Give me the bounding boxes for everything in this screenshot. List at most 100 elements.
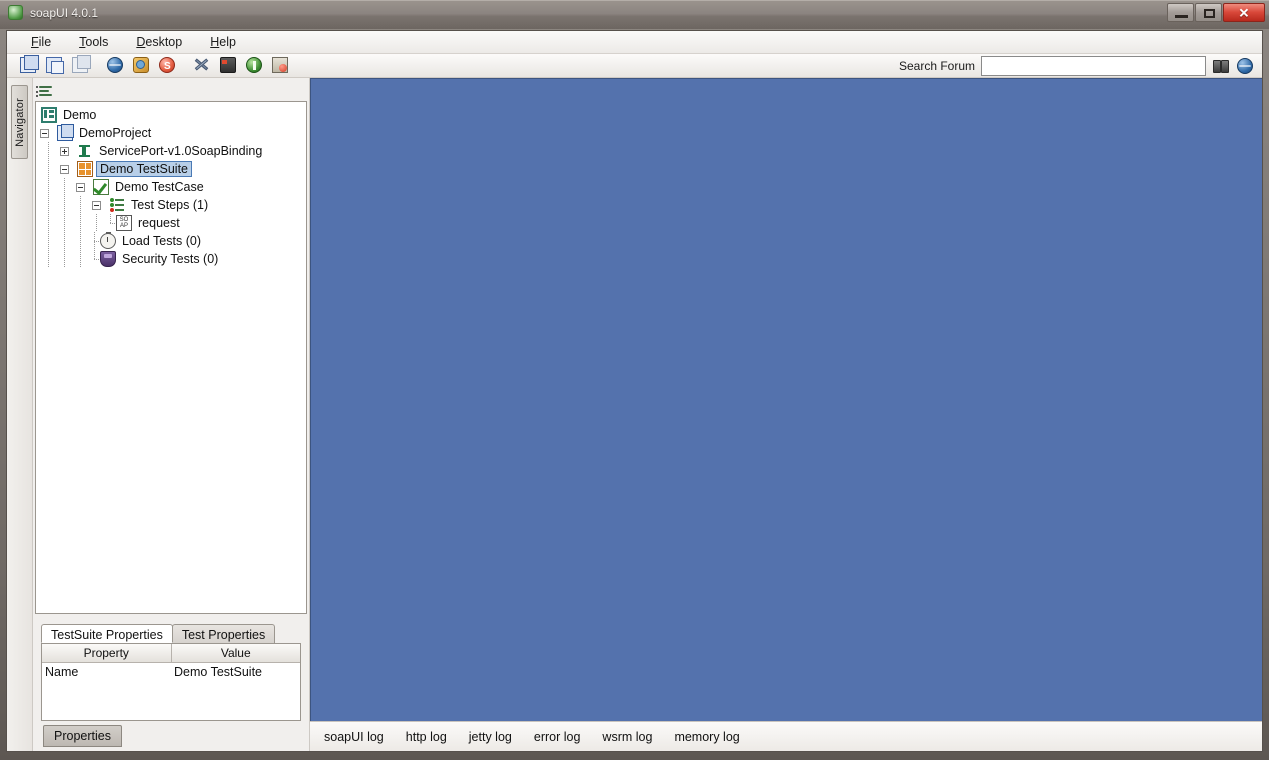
tree-item-request[interactable]: SOAP request	[36, 214, 306, 232]
launch-hermesjms-icon	[246, 57, 262, 73]
tree-guide	[76, 232, 85, 250]
new-soapui-project-button[interactable]	[17, 54, 39, 76]
workspace-icon	[41, 107, 57, 123]
collapse-handle[interactable]	[40, 129, 49, 138]
expand-handle[interactable]	[60, 147, 69, 156]
soap-request-icon: SOAP	[116, 215, 132, 231]
collapse-handle[interactable]	[76, 183, 85, 192]
column-header-value[interactable]: Value	[172, 644, 301, 663]
binoculars-icon[interactable]	[1212, 57, 1230, 75]
soapui-settings-button[interactable]	[217, 54, 239, 76]
tree-item-label: Security Tests (0)	[120, 252, 220, 266]
main-body: Navigator Demo	[7, 78, 1262, 751]
minimize-button[interactable]	[1167, 3, 1194, 22]
navigator-tab[interactable]: Navigator	[11, 85, 28, 159]
tree-guide	[52, 124, 56, 142]
online-help-icon	[107, 57, 123, 73]
table-row[interactable]: Name Demo TestSuite	[42, 663, 300, 681]
menu-file[interactable]: File	[19, 32, 63, 52]
load-ui-icon	[272, 57, 288, 73]
menu-help[interactable]: Help	[198, 32, 248, 52]
interface-icon	[77, 143, 93, 159]
project-icon	[57, 125, 73, 141]
tab-error-log[interactable]: error log	[534, 730, 581, 744]
tree-guide	[44, 142, 53, 160]
title-bar-left: soapUI 4.0.1	[8, 5, 98, 20]
forum-button[interactable]	[130, 54, 152, 76]
tree-guide	[92, 214, 101, 232]
tab-memory-log[interactable]: memory log	[674, 730, 739, 744]
preferences-button[interactable]	[191, 54, 213, 76]
save-all-projects-button[interactable]	[69, 54, 91, 76]
cell-property-name: Name	[42, 663, 171, 681]
close-button[interactable]: ✕	[1223, 3, 1265, 22]
globe-help-icon[interactable]	[1236, 57, 1254, 75]
tree-item-serviceport[interactable]: ServicePort-v1.0SoapBinding	[36, 142, 306, 160]
project-tree[interactable]: Demo DemoProject	[35, 101, 307, 614]
online-help-button[interactable]	[104, 54, 126, 76]
load-ui-button[interactable]	[269, 54, 291, 76]
collapse-handle[interactable]	[60, 165, 69, 174]
tab-jetty-log[interactable]: jetty log	[469, 730, 512, 744]
tab-soapui-log[interactable]: soapUI log	[324, 730, 384, 744]
tree-item-load-tests[interactable]: Load Tests (0)	[36, 232, 306, 250]
tree-item-demo-testsuite[interactable]: Demo TestSuite	[36, 160, 306, 178]
maximize-icon	[1204, 9, 1215, 18]
import-project-icon	[46, 57, 62, 73]
tree-item-label: Load Tests (0)	[120, 234, 203, 248]
properties-table[interactable]: Property Value Name Demo TestSuite	[41, 643, 301, 721]
tab-wsrm-log[interactable]: wsrm log	[602, 730, 652, 744]
tab-test-properties[interactable]: Test Properties	[172, 624, 275, 643]
tree-item-label: Test Steps (1)	[129, 198, 210, 212]
desktop-pane[interactable]	[310, 78, 1262, 721]
tree-guide	[60, 214, 69, 232]
minimize-icon	[1175, 15, 1188, 18]
tree-item-security-tests[interactable]: Security Tests (0)	[36, 250, 306, 268]
left-tab-strip: Navigator	[7, 78, 33, 751]
properties-section: TestSuite Properties Test Properties Pro…	[35, 623, 307, 751]
tree-item-test-steps[interactable]: Test Steps (1)	[36, 196, 306, 214]
tree-item-demoproject[interactable]: DemoProject	[36, 124, 306, 142]
column-header-property[interactable]: Property	[42, 644, 172, 663]
navigator-toolbar	[35, 82, 307, 101]
tree-item-demo[interactable]: Demo	[36, 106, 306, 124]
soapui-settings-icon	[220, 57, 236, 73]
collapse-all-icon[interactable]	[39, 85, 54, 98]
window-controls: ✕	[1167, 3, 1265, 22]
properties-header-row: Property Value	[42, 644, 300, 663]
tree-item-label: DemoProject	[77, 126, 153, 140]
load-tests-icon	[100, 233, 116, 249]
right-area: soapUI log http log jetty log error log …	[309, 78, 1262, 751]
tree-guide	[60, 250, 69, 268]
properties-button[interactable]: Properties	[43, 725, 122, 747]
properties-tab-bar: TestSuite Properties Test Properties	[35, 623, 307, 643]
test-steps-icon	[109, 197, 125, 213]
search-input[interactable]	[981, 56, 1206, 76]
security-tests-icon	[100, 251, 116, 267]
menu-desktop[interactable]: Desktop	[124, 32, 194, 52]
search-forum-area: Search Forum	[899, 56, 1254, 76]
window-title: soapUI 4.0.1	[30, 6, 98, 20]
preferences-icon	[194, 57, 210, 73]
tree-guide	[44, 160, 53, 178]
tree-item-demo-testcase[interactable]: Demo TestCase	[36, 178, 306, 196]
maximize-button[interactable]	[1195, 3, 1222, 22]
tree-guide	[72, 160, 76, 178]
tree-guide	[44, 178, 53, 196]
trial-button[interactable]	[156, 54, 178, 76]
collapse-handle[interactable]	[92, 201, 101, 210]
tree-item-label: Demo TestCase	[113, 180, 206, 194]
tab-http-log[interactable]: http log	[406, 730, 447, 744]
tab-testsuite-properties[interactable]: TestSuite Properties	[41, 624, 173, 643]
import-project-button[interactable]	[43, 54, 65, 76]
launch-hermesjms-button[interactable]	[243, 54, 265, 76]
tree-guide	[72, 142, 76, 160]
forum-icon	[133, 57, 149, 73]
navigator-tab-label: Navigator	[14, 98, 26, 147]
cell-property-value[interactable]: Demo TestSuite	[171, 663, 300, 681]
search-forum-label: Search Forum	[899, 59, 975, 73]
log-tab-bar: soapUI log http log jetty log error log …	[310, 721, 1262, 751]
tree-guide	[76, 250, 85, 268]
menu-tools[interactable]: Tools	[67, 32, 120, 52]
tree-guide	[104, 196, 108, 214]
